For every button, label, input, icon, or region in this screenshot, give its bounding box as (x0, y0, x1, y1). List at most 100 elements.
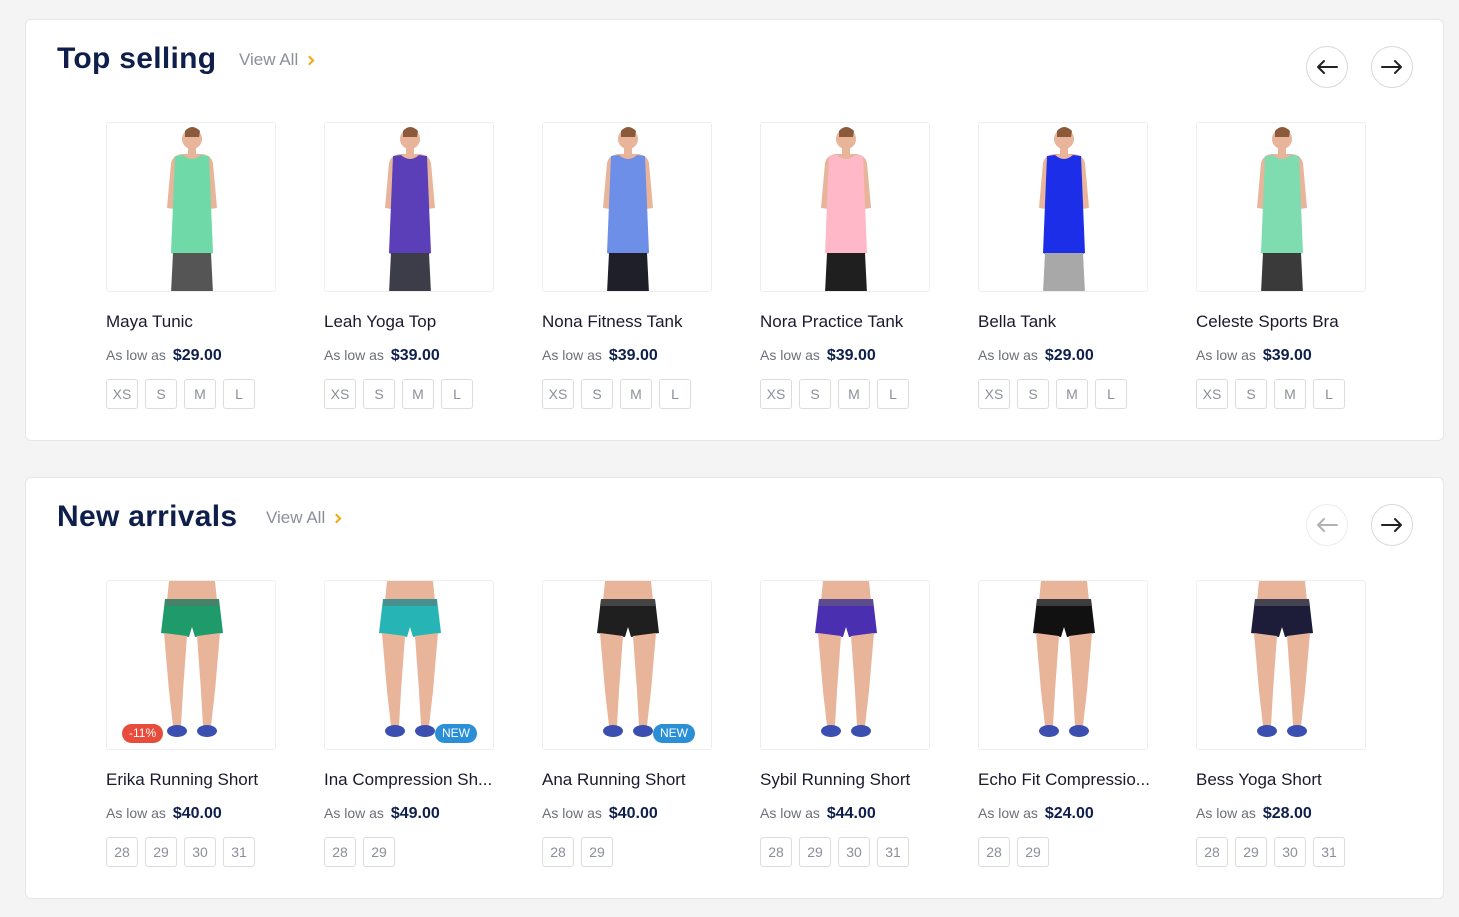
product-card[interactable]: Nora Practice Tank As low as $39.00 XS S M… (760, 122, 960, 409)
product-name[interactable]: Sybil Running Short (760, 770, 960, 790)
product-card[interactable]: Bess Yoga Short As low as $28.00 28 29 30 3… (1196, 580, 1396, 867)
product-name[interactable]: Nona Fitness Tank (542, 312, 742, 332)
size-option[interactable]: L (1313, 379, 1345, 409)
product-name[interactable]: Nora Practice Tank (760, 312, 960, 332)
size-option[interactable]: M (1274, 379, 1306, 409)
size-options: XS S M L (324, 379, 524, 409)
size-option[interactable]: 29 (799, 837, 831, 867)
product-thumbnail[interactable] (760, 122, 930, 292)
size-option[interactable]: 29 (1235, 837, 1267, 867)
size-option[interactable]: 30 (1274, 837, 1306, 867)
size-option[interactable]: 31 (877, 837, 909, 867)
view-all-link[interactable]: View All (239, 50, 315, 70)
size-option[interactable]: 30 (838, 837, 870, 867)
product-card[interactable]: Maya Tunic As low as $29.00 XS S M L (106, 122, 306, 409)
size-option[interactable]: S (581, 379, 613, 409)
product-price: As low as $39.00 (1196, 347, 1396, 365)
size-option[interactable]: S (363, 379, 395, 409)
size-option[interactable]: L (223, 379, 255, 409)
product-card[interactable]: Echo Fit Compressio... As low as $24.00 … (978, 580, 1178, 867)
product-thumbnail[interactable] (106, 122, 276, 292)
product-name[interactable]: Maya Tunic (106, 312, 306, 332)
view-all-link[interactable]: View All (266, 508, 342, 528)
product-thumbnail[interactable] (978, 122, 1148, 292)
product-thumbnail[interactable] (324, 122, 494, 292)
size-option[interactable]: 28 (978, 837, 1010, 867)
size-option[interactable]: M (184, 379, 216, 409)
size-option[interactable]: 28 (324, 837, 356, 867)
size-option[interactable]: S (1017, 379, 1049, 409)
product-card[interactable]: Bella Tank As low as $29.00 XS S M L (978, 122, 1178, 409)
size-option[interactable]: 31 (223, 837, 255, 867)
arrow-left-icon (1317, 60, 1338, 74)
product-card[interactable]: NEW Ina Compression Sh... As low as $49.… (324, 580, 524, 867)
size-option[interactable]: S (1235, 379, 1267, 409)
product-price: As low as $44.00 (760, 805, 960, 823)
product-thumbnail[interactable] (1196, 580, 1366, 750)
product-name[interactable]: Ina Compression Sh... (324, 770, 524, 790)
size-option[interactable]: 28 (106, 837, 138, 867)
product-thumbnail[interactable]: NEW (324, 580, 494, 750)
product-card[interactable]: NEW Ana Running Short As low as $40.00 2… (542, 580, 742, 867)
product-card[interactable]: Nona Fitness Tank As low as $39.00 XS S M L (542, 122, 742, 409)
product-image (1033, 581, 1095, 737)
size-option[interactable]: L (877, 379, 909, 409)
size-option[interactable]: XS (542, 379, 574, 409)
size-option[interactable]: M (620, 379, 652, 409)
size-option[interactable]: L (659, 379, 691, 409)
size-option[interactable]: M (838, 379, 870, 409)
size-option[interactable]: M (1056, 379, 1088, 409)
product-name[interactable]: Erika Running Short (106, 770, 306, 790)
product-card[interactable]: -11% Erika Running Short As low as $40.0… (106, 580, 306, 867)
discount-badge: -11% (122, 724, 164, 743)
size-option[interactable]: 29 (1017, 837, 1049, 867)
product-name[interactable]: Echo Fit Compressio... (978, 770, 1178, 790)
size-option[interactable]: S (145, 379, 177, 409)
size-option[interactable]: 31 (1313, 837, 1345, 867)
product-name[interactable]: Bella Tank (978, 312, 1178, 332)
product-name[interactable]: Celeste Sports Bra (1196, 312, 1396, 332)
product-price: As low as $24.00 (978, 805, 1178, 823)
size-option[interactable]: L (1095, 379, 1127, 409)
product-thumbnail[interactable]: -11% (106, 580, 276, 750)
size-option[interactable]: S (799, 379, 831, 409)
size-option[interactable]: XS (324, 379, 356, 409)
size-option[interactable]: 30 (184, 837, 216, 867)
size-option[interactable]: 29 (145, 837, 177, 867)
product-name[interactable]: Leah Yoga Top (324, 312, 524, 332)
size-option[interactable]: L (441, 379, 473, 409)
top-selling-section: Top selling View All Maya Tunic As low a… (25, 19, 1444, 441)
carousel-prev-button[interactable] (1306, 46, 1348, 88)
size-option[interactable]: XS (1196, 379, 1228, 409)
product-price: As low as $39.00 (760, 347, 960, 365)
product-name[interactable]: Bess Yoga Short (1196, 770, 1396, 790)
size-options: XS S M L (106, 379, 306, 409)
size-option[interactable]: 28 (542, 837, 574, 867)
price-prefix: As low as (760, 347, 820, 363)
product-card[interactable]: Celeste Sports Bra As low as $39.00 XS S M… (1196, 122, 1396, 409)
size-option[interactable]: XS (106, 379, 138, 409)
product-name[interactable]: Ana Running Short (542, 770, 742, 790)
product-thumbnail[interactable] (760, 580, 930, 750)
carousel-next-button[interactable] (1371, 504, 1413, 546)
price-value: $39.00 (1262, 347, 1312, 364)
size-option[interactable]: 29 (581, 837, 613, 867)
product-thumbnail[interactable] (542, 122, 712, 292)
price-prefix: As low as (978, 805, 1038, 821)
carousel-next-button[interactable] (1371, 46, 1413, 88)
product-card[interactable]: Sybil Running Short As low as $44.00 28 2… (760, 580, 960, 867)
product-card[interactable]: Leah Yoga Top As low as $39.00 XS S M L (324, 122, 524, 409)
size-option[interactable]: XS (760, 379, 792, 409)
size-option[interactable]: M (402, 379, 434, 409)
carousel-prev-button[interactable] (1306, 504, 1348, 546)
arrow-right-icon (1381, 518, 1402, 532)
product-thumbnail[interactable] (1196, 122, 1366, 292)
product-image (385, 127, 435, 291)
size-option[interactable]: XS (978, 379, 1010, 409)
product-thumbnail[interactable] (978, 580, 1148, 750)
product-thumbnail[interactable]: NEW (542, 580, 712, 750)
size-option[interactable]: 29 (363, 837, 395, 867)
product-image (167, 127, 217, 291)
size-option[interactable]: 28 (760, 837, 792, 867)
size-option[interactable]: 28 (1196, 837, 1228, 867)
